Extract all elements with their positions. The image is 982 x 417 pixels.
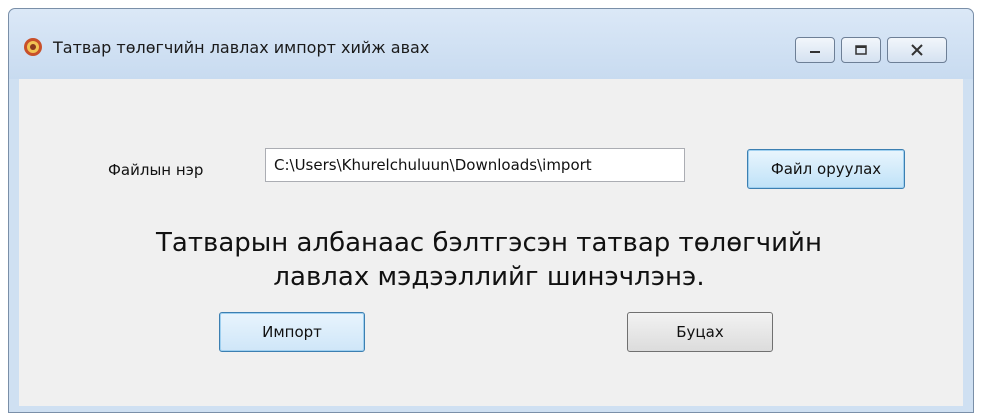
close-icon (911, 44, 923, 56)
file-path-input[interactable] (265, 148, 685, 182)
upload-file-button[interactable]: Файл оруулах (747, 149, 905, 189)
title-bar[interactable]: Татвар төлөгчийн лавлах импорт хийж авах (9, 9, 973, 79)
dialog-window: Татвар төлөгчийн лавлах импорт хийж авах… (8, 8, 974, 413)
info-message: Татварын албанаас бэлтгэсэн татвар төлөг… (156, 228, 822, 292)
file-name-label: Файлын нэр (108, 161, 204, 179)
minimize-button[interactable] (795, 37, 835, 63)
maximize-icon (855, 45, 867, 55)
app-icon (24, 38, 42, 56)
maximize-button[interactable] (841, 37, 881, 63)
back-button[interactable]: Буцах (627, 312, 773, 352)
import-button[interactable]: Импорт (219, 312, 365, 352)
close-button[interactable] (887, 37, 947, 63)
dialog-content: Файлын нэр Файл оруулах Татварын албанаа… (19, 79, 963, 406)
window-title: Татвар төлөгчийн лавлах импорт хийж авах (53, 38, 430, 57)
minimize-icon (810, 51, 820, 53)
